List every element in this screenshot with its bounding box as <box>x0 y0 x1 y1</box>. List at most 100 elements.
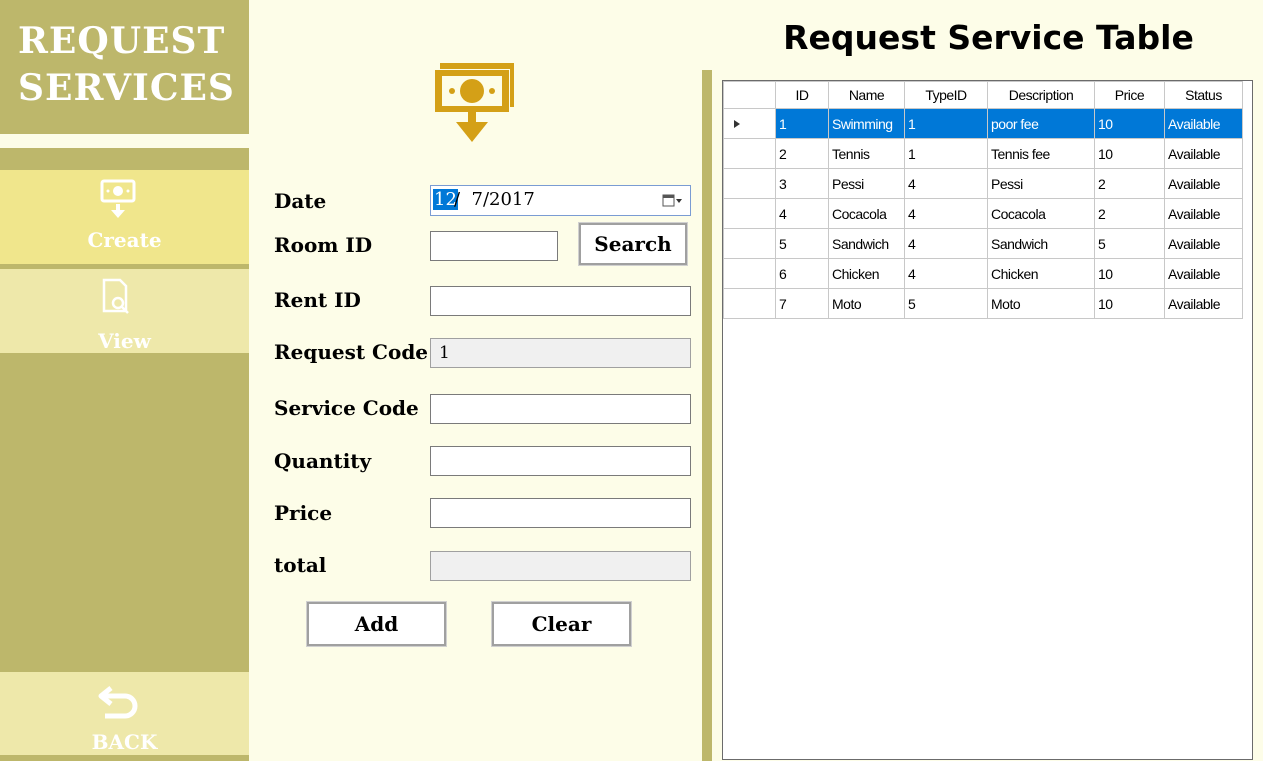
table-row[interactable]: 1 Swimming 1 poor fee 10 Available <box>723 108 1243 139</box>
quantity-input[interactable] <box>430 446 691 476</box>
table-header-row: ID Name TypeID Description Price Status <box>723 81 1243 109</box>
table-cell[interactable]: 1 <box>904 108 988 139</box>
sidebar-item-label: Create <box>87 228 162 252</box>
table-cell[interactable]: Moto <box>987 288 1095 319</box>
add-button[interactable]: Add <box>306 601 447 647</box>
row-header[interactable] <box>723 168 776 199</box>
table-cell[interactable]: Available <box>1164 168 1243 199</box>
request-code-input <box>430 338 691 368</box>
table-cell[interactable]: 1 <box>775 108 829 139</box>
column-header-status[interactable]: Status <box>1164 81 1243 109</box>
calendar-dropdown-icon[interactable] <box>662 194 684 208</box>
column-header-price[interactable]: Price <box>1094 81 1165 109</box>
table-row[interactable]: 5 Sandwich 4 Sandwich 5 Available <box>723 228 1243 259</box>
room-id-label: Room ID <box>274 233 373 257</box>
table-cell[interactable]: Pessi <box>987 168 1095 199</box>
table-cell[interactable]: 7 <box>775 288 829 319</box>
service-code-input[interactable] <box>430 394 691 424</box>
total-input <box>430 551 691 581</box>
table-cell[interactable]: 10 <box>1094 138 1165 169</box>
table-cell[interactable]: Available <box>1164 258 1243 289</box>
money-download-icon <box>100 179 136 218</box>
quantity-label: Quantity <box>274 449 372 473</box>
request-code-label: Request Code <box>274 340 429 364</box>
sidebar: REQUEST SERVICES Create View BACK <box>0 0 249 761</box>
column-header-description[interactable]: Description <box>987 81 1095 109</box>
table-cell[interactable]: 5 <box>904 288 988 319</box>
panel-divider <box>702 70 712 761</box>
table-cell[interactable]: 10 <box>1094 258 1165 289</box>
table-row[interactable]: 7 Moto 5 Moto 10 Available <box>723 288 1243 319</box>
table-cell[interactable]: Available <box>1164 288 1243 319</box>
data-grid[interactable]: ID Name TypeID Description Price Status … <box>722 80 1253 760</box>
search-button[interactable]: Search <box>578 222 688 266</box>
table-cell[interactable]: Tennis <box>828 138 905 169</box>
brand-line-2: SERVICES <box>18 67 235 109</box>
sidebar-item-label: View <box>98 329 151 353</box>
table-cell[interactable]: Pessi <box>828 168 905 199</box>
row-header[interactable] <box>723 108 776 139</box>
request-service-table: ID Name TypeID Description Price Status … <box>723 81 1243 319</box>
row-header[interactable] <box>723 258 776 289</box>
sidebar-item-view[interactable]: View <box>0 269 249 353</box>
brand-title: REQUEST SERVICES <box>18 18 235 112</box>
table-cell[interactable]: Chicken <box>987 258 1095 289</box>
table-cell[interactable]: Available <box>1164 198 1243 229</box>
table-row[interactable]: 3 Pessi 4 Pessi 2 Available <box>723 168 1243 199</box>
table-cell[interactable]: 3 <box>775 168 829 199</box>
document-search-icon <box>102 278 129 314</box>
row-header[interactable] <box>723 228 776 259</box>
table-cell[interactable]: poor fee <box>987 108 1095 139</box>
table-cell[interactable]: 2 <box>775 138 829 169</box>
room-id-input[interactable] <box>430 231 558 261</box>
table-row[interactable]: 4 Cocacola 4 Cocacola 2 Available <box>723 198 1243 229</box>
table-cell[interactable]: 4 <box>904 258 988 289</box>
table-cell[interactable]: 6 <box>775 258 829 289</box>
table-cell[interactable]: 5 <box>1094 228 1165 259</box>
table-cell[interactable]: Cocacola <box>987 198 1095 229</box>
row-header[interactable] <box>723 138 776 169</box>
table-cell[interactable]: Chicken <box>828 258 905 289</box>
clear-button[interactable]: Clear <box>491 601 632 647</box>
table-cell[interactable]: Available <box>1164 138 1243 169</box>
table-cell[interactable]: Tennis fee <box>987 138 1095 169</box>
brand-block: REQUEST SERVICES <box>0 0 249 134</box>
table-cell[interactable]: Available <box>1164 228 1243 259</box>
column-header-name[interactable]: Name <box>828 81 905 109</box>
back-arrow-icon <box>98 686 138 719</box>
row-header-corner <box>723 81 776 109</box>
price-input[interactable] <box>430 498 691 528</box>
rent-id-input[interactable] <box>430 286 691 316</box>
sidebar-item-back[interactable]: BACK <box>0 672 249 755</box>
table-cell[interactable]: 4 <box>775 198 829 229</box>
table-cell[interactable]: 5 <box>775 228 829 259</box>
date-rest: / 7/2017 <box>454 189 535 210</box>
sidebar-item-label: BACK <box>91 730 158 754</box>
table-cell[interactable]: Sandwich <box>828 228 905 259</box>
table-row[interactable]: 2 Tennis 1 Tennis fee 10 Available <box>723 138 1243 169</box>
table-title: Request Service Table <box>783 18 1194 57</box>
money-download-icon <box>434 63 514 142</box>
table-cell[interactable]: 4 <box>904 168 988 199</box>
column-header-id[interactable]: ID <box>775 81 829 109</box>
date-picker[interactable]: 12 / 7/2017 <box>430 185 691 216</box>
table-cell[interactable]: 2 <box>1094 198 1165 229</box>
table-cell[interactable]: Cocacola <box>828 198 905 229</box>
table-cell[interactable]: 4 <box>904 228 988 259</box>
table-cell[interactable]: Sandwich <box>987 228 1095 259</box>
table-cell[interactable]: 4 <box>904 198 988 229</box>
table-cell[interactable]: Swimming <box>828 108 905 139</box>
price-label: Price <box>274 501 333 525</box>
total-label: total <box>274 553 327 577</box>
table-cell[interactable]: Moto <box>828 288 905 319</box>
sidebar-item-create[interactable]: Create <box>0 170 249 264</box>
table-cell[interactable]: 1 <box>904 138 988 169</box>
table-cell[interactable]: Available <box>1164 108 1243 139</box>
table-cell[interactable]: 10 <box>1094 108 1165 139</box>
table-row[interactable]: 6 Chicken 4 Chicken 10 Available <box>723 258 1243 289</box>
column-header-typeid[interactable]: TypeID <box>904 81 988 109</box>
table-cell[interactable]: 2 <box>1094 168 1165 199</box>
table-cell[interactable]: 10 <box>1094 288 1165 319</box>
row-header[interactable] <box>723 198 776 229</box>
row-header[interactable] <box>723 288 776 319</box>
